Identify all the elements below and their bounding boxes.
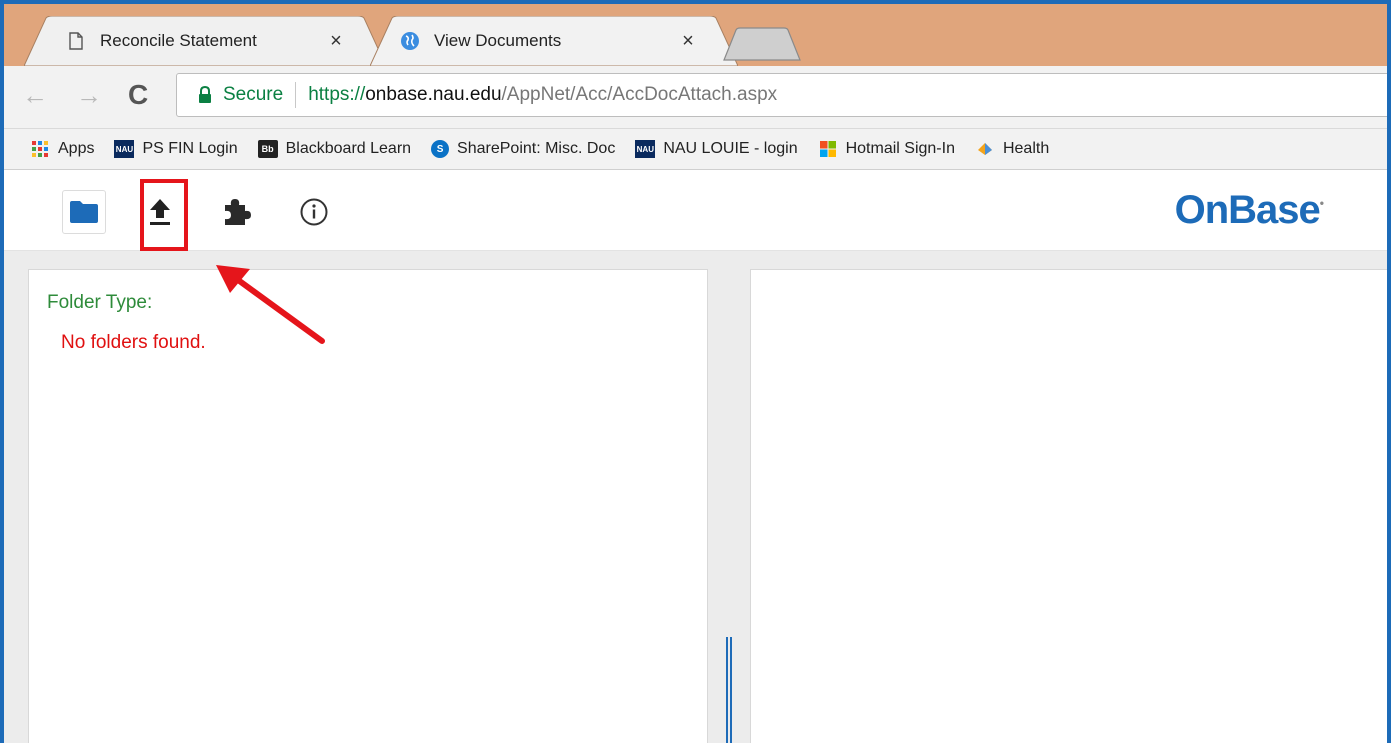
panel-splitter[interactable] bbox=[726, 637, 732, 743]
tab-title: Reconcile Statement bbox=[100, 31, 257, 50]
folder-icon bbox=[70, 201, 98, 223]
bookmark-label: Blackboard Learn bbox=[285, 140, 412, 157]
tab-view-documents[interactable]: View Documents × bbox=[370, 16, 738, 66]
microsoft-icon bbox=[819, 141, 836, 157]
browser-tabstrip: Reconcile Statement × View Documents × bbox=[4, 4, 1387, 66]
plugin-button[interactable] bbox=[214, 190, 258, 234]
bookmark-nau-louie[interactable]: NAU NAU LOUIE - login bbox=[635, 140, 798, 158]
onbase-logo: OnBase• bbox=[1174, 188, 1324, 233]
bookmark-label: NAU LOUIE - login bbox=[663, 140, 798, 157]
forward-button[interactable]: → bbox=[76, 80, 102, 110]
bookmark-label: Hotmail Sign-In bbox=[845, 140, 955, 157]
empty-message: No folders found. bbox=[61, 332, 206, 353]
bookmark-label: Apps bbox=[58, 140, 95, 157]
bookmarks-bar: Apps NAU PS FIN Login Bb Blackboard Lear… bbox=[4, 129, 1387, 170]
tab-title: View Documents bbox=[434, 31, 562, 50]
logo-mark: • bbox=[1319, 196, 1324, 210]
document-panel bbox=[750, 269, 1387, 743]
info-icon bbox=[300, 198, 328, 226]
nau-icon: NAU bbox=[114, 140, 135, 158]
health-icon bbox=[977, 143, 992, 155]
bookmark-ps-fin-login[interactable]: NAU PS FIN Login bbox=[114, 140, 238, 158]
onbase-toolbar: OnBase• bbox=[4, 170, 1387, 251]
bookmark-label: Health bbox=[1002, 140, 1050, 157]
secure-label: Secure bbox=[223, 84, 284, 105]
annotation-arrow-icon bbox=[216, 265, 325, 344]
nau-icon: NAU bbox=[635, 140, 656, 158]
lock-icon bbox=[199, 86, 211, 103]
bookmark-hotmail[interactable]: Hotmail Sign-In bbox=[818, 140, 955, 158]
logo-text: OnBase bbox=[1174, 188, 1321, 232]
browser-toolbar: ← → C Secure https://onbase.nau.edu/AppN… bbox=[4, 66, 1387, 129]
close-icon[interactable]: × bbox=[678, 30, 698, 53]
screenshot-frame: Reconcile Statement × View Documents × ←… bbox=[0, 0, 1391, 743]
folder-type-label: Folder Type: bbox=[47, 292, 153, 313]
puzzle-icon bbox=[225, 199, 251, 225]
globe-icon bbox=[401, 32, 419, 50]
apps-grid-icon bbox=[32, 141, 48, 157]
bookmark-blackboard-learn[interactable]: Bb Blackboard Learn bbox=[257, 140, 412, 158]
bookmark-sharepoint[interactable]: S SharePoint: Misc. Doc bbox=[431, 140, 615, 158]
blackboard-icon: Bb bbox=[257, 140, 278, 158]
annotation-highlight-box bbox=[140, 179, 188, 251]
close-icon[interactable]: × bbox=[326, 30, 346, 53]
sharepoint-icon: S bbox=[431, 140, 450, 158]
url-path: /AppNet/Acc/AccDocAttach.aspx bbox=[501, 84, 778, 105]
omnibox-divider bbox=[295, 82, 297, 108]
url-host: onbase.nau.edu bbox=[365, 84, 502, 105]
page-icon bbox=[69, 32, 83, 50]
url-scheme: https:// bbox=[308, 84, 366, 105]
bookmark-health[interactable]: Health bbox=[975, 140, 1049, 158]
folder-panel: Folder Type: No folders found. bbox=[28, 269, 708, 743]
back-button[interactable]: ← bbox=[22, 80, 48, 110]
tab-reconcile-statement[interactable]: Reconcile Statement × bbox=[24, 16, 386, 66]
address-bar[interactable]: Secure https://onbase.nau.edu/AppNet/Acc… bbox=[176, 73, 1387, 117]
reload-button[interactable]: C bbox=[128, 80, 148, 110]
bookmark-label: PS FIN Login bbox=[142, 140, 238, 157]
bookmark-label: SharePoint: Misc. Doc bbox=[457, 140, 616, 157]
info-button[interactable] bbox=[292, 190, 336, 234]
folder-button[interactable] bbox=[62, 190, 106, 234]
bookmark-apps[interactable]: Apps bbox=[30, 140, 94, 158]
